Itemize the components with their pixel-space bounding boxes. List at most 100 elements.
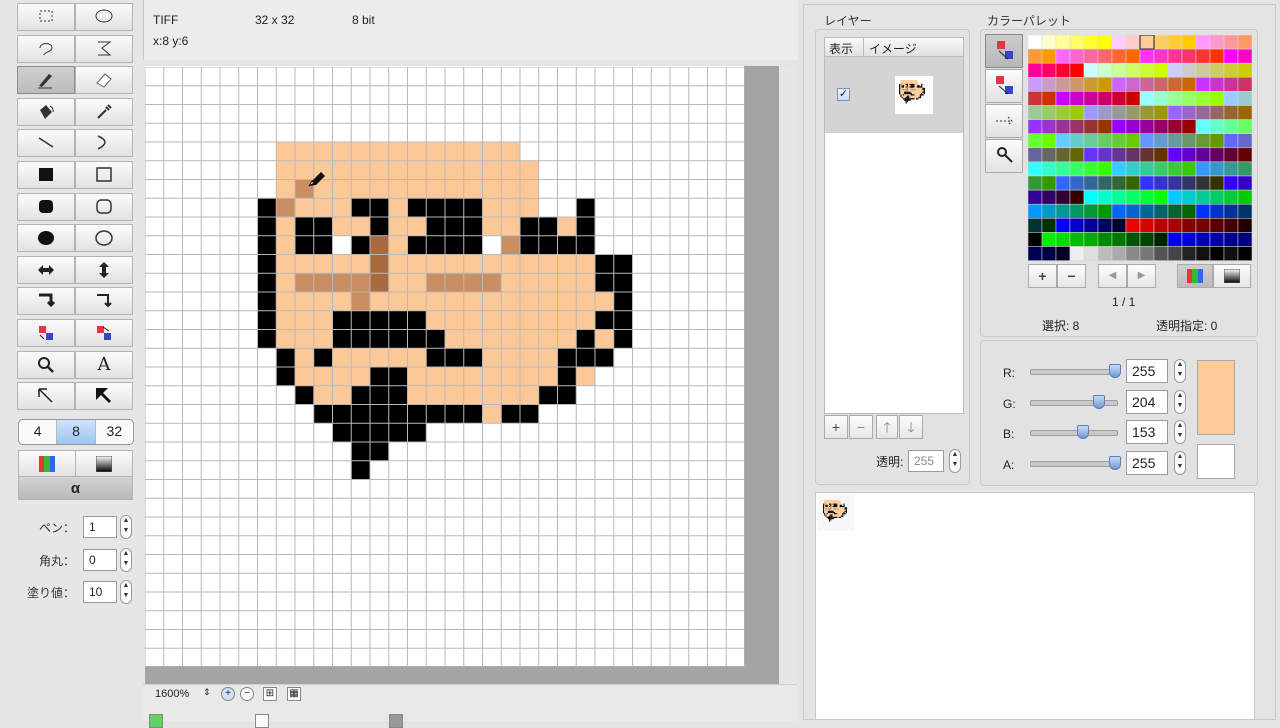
palette-swap-tool-1[interactable] <box>985 34 1023 68</box>
curve-tool-button[interactable] <box>75 129 133 158</box>
palette-swatch <box>1223 147 1239 163</box>
palette-swatch <box>1055 91 1071 106</box>
palette-next-button[interactable]: ▶ <box>1127 264 1156 288</box>
g-slider-thumb[interactable] <box>1093 394 1105 409</box>
flip-vertical-tool-button[interactable] <box>75 255 133 284</box>
pixel <box>482 329 502 349</box>
pixel <box>370 367 389 386</box>
b-value-field[interactable]: 153 <box>1126 420 1168 444</box>
zoom-level[interactable]: 1600% <box>155 688 189 700</box>
rotate-left-tool-button[interactable] <box>17 287 75 316</box>
palette-color-mode[interactable] <box>1177 264 1213 288</box>
filled-rounded-rect-tool-button[interactable] <box>17 192 75 221</box>
fill-tolerance-field[interactable]: 10 <box>83 581 117 603</box>
pen-size-field[interactable]: 1 <box>83 516 117 538</box>
color-palette-grid[interactable] <box>1028 35 1252 261</box>
zoom-out-button[interactable]: − <box>240 687 254 701</box>
pixel <box>313 142 333 161</box>
corner-radius-stepper[interactable]: ▲ ▼ <box>120 548 132 572</box>
pixel <box>463 198 483 217</box>
text-tool-button[interactable]: A <box>75 350 133 379</box>
ellipse-tool-button[interactable] <box>75 224 133 253</box>
r-value-field[interactable]: 255 <box>1126 359 1168 383</box>
palette-swatch <box>1195 189 1211 205</box>
swap-colors-alt-tool-button[interactable] <box>75 319 133 347</box>
grid-size-32[interactable]: 32 <box>96 420 133 444</box>
rounded-rect-tool-button[interactable] <box>75 192 133 221</box>
fine-grid-button[interactable]: ▦ <box>287 687 301 701</box>
r-slider[interactable] <box>1030 369 1118 375</box>
pixel <box>295 235 314 255</box>
filled-ellipse-tool-button[interactable] <box>17 224 75 253</box>
pixel <box>388 142 408 161</box>
layer-opacity-field[interactable]: 255 <box>908 450 944 472</box>
palette-swatch <box>1041 48 1057 64</box>
pixel <box>351 179 370 199</box>
ellipse-select-tool-button[interactable] <box>75 3 133 31</box>
fill-bucket-tool-button[interactable] <box>17 97 75 126</box>
gradient-mode-button[interactable] <box>75 450 133 478</box>
rect-outline-tool-button[interactable] <box>75 161 133 189</box>
palette-swatch <box>1097 119 1113 134</box>
zoom-tool-button[interactable] <box>17 350 75 379</box>
b-slider-thumb[interactable] <box>1077 425 1089 439</box>
grid-toggle-button[interactable]: ⊞ <box>263 687 277 701</box>
palette-gradient-mode[interactable] <box>1213 264 1251 288</box>
select-arrow-filled-icon <box>96 388 111 404</box>
pen-size-stepper[interactable]: ▲ ▼ <box>120 515 132 539</box>
filled-rect-tool-button[interactable] <box>17 161 75 189</box>
color-mode-button[interactable] <box>18 450 76 478</box>
zoom-in-button[interactable]: + <box>221 687 235 701</box>
pixel <box>501 404 520 424</box>
pixel <box>426 254 445 274</box>
magic-lasso-tool-button[interactable] <box>75 34 133 63</box>
b-value-stepper[interactable]: ▲ ▼ <box>1174 420 1186 444</box>
palette-prev-button[interactable]: ◀ <box>1098 264 1127 288</box>
palette-swap-tool-2[interactable] <box>985 69 1023 103</box>
select-arrow-tool-button[interactable] <box>17 382 75 411</box>
add-color-button[interactable]: + <box>1028 264 1057 288</box>
grid-size-8[interactable]: 8 <box>57 420 96 444</box>
move-layer-up-button[interactable]: 🡑 <box>876 415 898 439</box>
eraser-tool-button[interactable] <box>75 66 133 95</box>
grid-size-4[interactable]: 4 <box>19 420 58 444</box>
fill-tolerance-stepper[interactable]: ▲ ▼ <box>120 580 132 604</box>
current-color-swatch[interactable] <box>1197 360 1235 435</box>
g-value-field[interactable]: 204 <box>1126 389 1168 414</box>
add-layer-button[interactable]: + <box>824 415 848 439</box>
layer-visibility-checkbox[interactable]: ✓ <box>837 88 850 101</box>
flip-horizontal-tool-button[interactable] <box>17 255 75 284</box>
pixel <box>370 442 389 461</box>
select-arrow-filled-tool-button[interactable] <box>75 382 133 411</box>
alpha-button[interactable]: α <box>18 476 133 500</box>
r-value-stepper[interactable]: ▲ ▼ <box>1174 359 1186 383</box>
b-slider[interactable] <box>1030 430 1118 436</box>
background-color-swatch[interactable] <box>1197 444 1235 479</box>
swap-colors-tool-button[interactable] <box>17 319 75 347</box>
r-slider-thumb[interactable] <box>1109 364 1121 378</box>
palette-picker-tool[interactable] <box>985 139 1023 173</box>
pixel <box>501 310 520 330</box>
corner-radius-field[interactable]: 0 <box>83 549 117 571</box>
rotate-right-tool-button[interactable] <box>75 287 133 316</box>
lasso-tool-button[interactable] <box>17 34 75 63</box>
move-layer-down-button[interactable]: 🡓 <box>899 415 923 439</box>
a-value-stepper[interactable]: ▲ ▼ <box>1174 450 1186 475</box>
a-slider-thumb[interactable] <box>1109 455 1121 470</box>
line-tool-button[interactable] <box>17 129 75 158</box>
a-value-field[interactable]: 255 <box>1126 450 1168 475</box>
pixel-canvas[interactable] <box>145 67 745 667</box>
layer-opacity-stepper[interactable]: ▲ ▼ <box>949 449 961 473</box>
pixel <box>463 367 483 386</box>
eyedropper-tool-button[interactable] <box>75 97 133 126</box>
a-slider[interactable] <box>1030 460 1118 467</box>
palette-gradient-tool[interactable] <box>985 104 1023 138</box>
palette-swatch <box>1083 119 1099 134</box>
rect-select-tool-button[interactable] <box>17 3 75 31</box>
g-value-stepper[interactable]: ▲ ▼ <box>1174 389 1186 414</box>
grid-size-selector[interactable]: 4 8 32 <box>18 419 134 445</box>
remove-color-button[interactable]: − <box>1057 264 1086 288</box>
remove-layer-button[interactable]: − <box>849 415 873 439</box>
pencil-tool-button[interactable] <box>17 66 75 95</box>
zoom-stepper-icon[interactable]: ⇕ <box>203 687 211 698</box>
